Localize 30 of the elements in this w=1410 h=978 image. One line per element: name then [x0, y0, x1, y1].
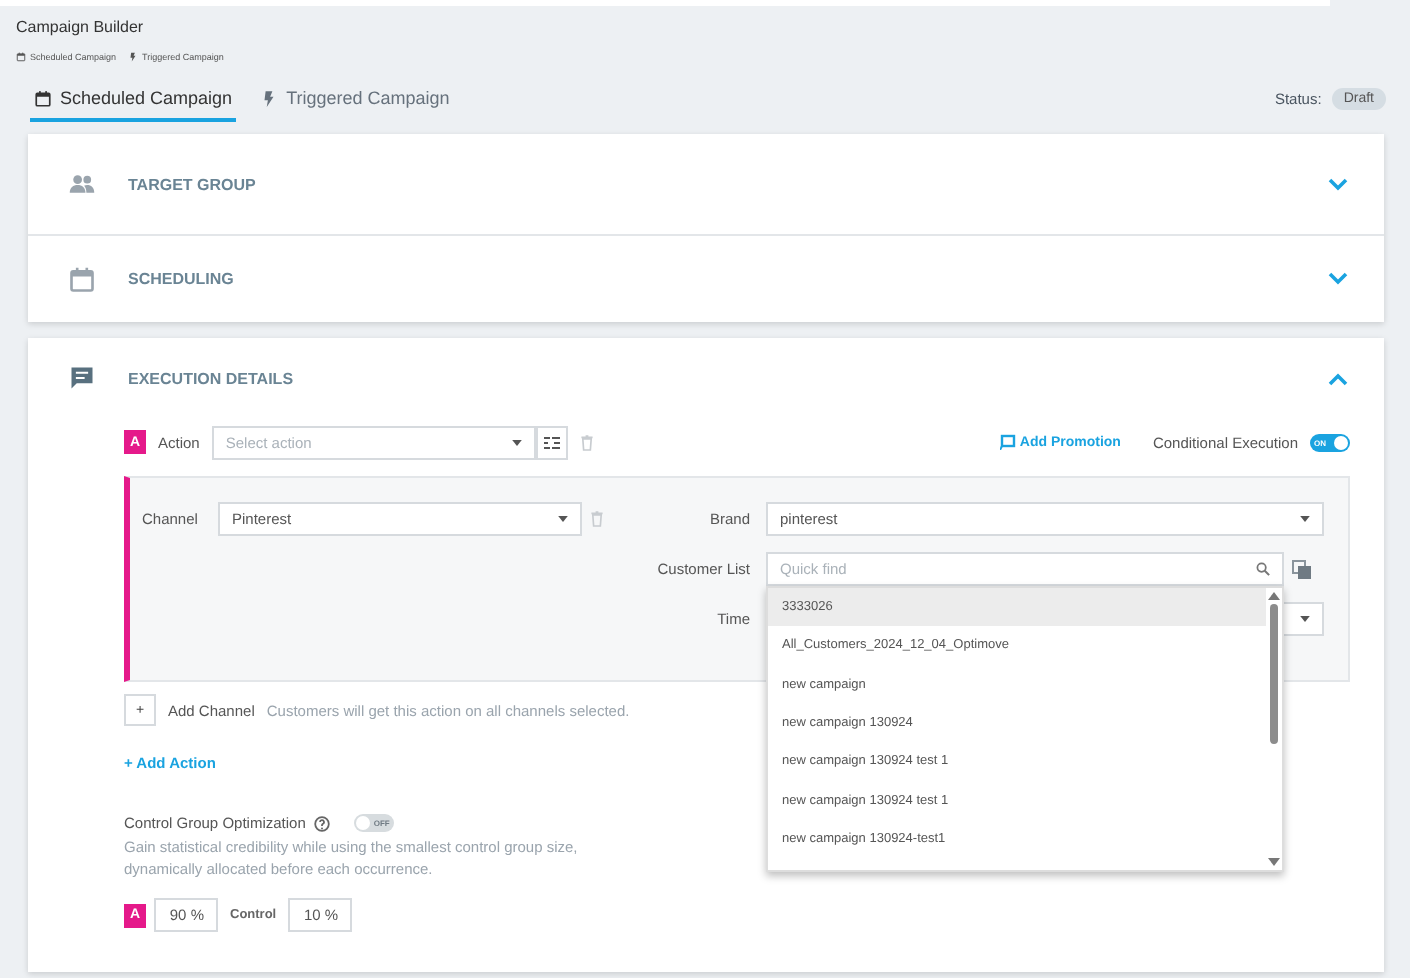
help-icon[interactable]	[313, 815, 330, 831]
trash-icon[interactable]	[590, 510, 604, 528]
caret-icon	[1300, 516, 1310, 522]
section-title[interactable]: SCHEDULING	[128, 270, 1328, 288]
section-title[interactable]: EXECUTION DETAILS	[128, 369, 1328, 387]
trash-icon[interactable]	[579, 433, 594, 451]
list-icon	[543, 435, 560, 449]
caret-icon	[558, 516, 568, 522]
calendar-icon	[16, 52, 26, 62]
bolt-icon	[260, 89, 279, 107]
bolt-icon	[128, 52, 139, 62]
copy-icon[interactable]	[1292, 559, 1312, 579]
chat-icon	[68, 364, 96, 392]
promotion-icon	[999, 434, 1016, 450]
chevron-up-icon[interactable]	[1328, 371, 1348, 385]
page-title: Campaign Builder	[14, 16, 144, 36]
calendar-icon	[34, 89, 52, 107]
list-button[interactable]	[535, 425, 568, 459]
people-icon	[68, 170, 96, 198]
section-title[interactable]: TARGET GROUP	[128, 175, 1328, 193]
caret-icon	[1300, 616, 1310, 622]
scrollbar-thumb[interactable]	[1270, 604, 1278, 744]
chevron-down-icon[interactable]	[1328, 272, 1348, 286]
tab[interactable]: Scheduled Campaign	[30, 88, 237, 122]
caret-icon	[511, 439, 522, 445]
scroll-down-icon[interactable]	[1268, 858, 1280, 866]
search-icon	[1256, 562, 1270, 576]
tab[interactable]: Triggered Campaign	[256, 88, 454, 122]
calendar-icon	[68, 265, 96, 293]
chevron-down-icon[interactable]	[1328, 177, 1348, 191]
